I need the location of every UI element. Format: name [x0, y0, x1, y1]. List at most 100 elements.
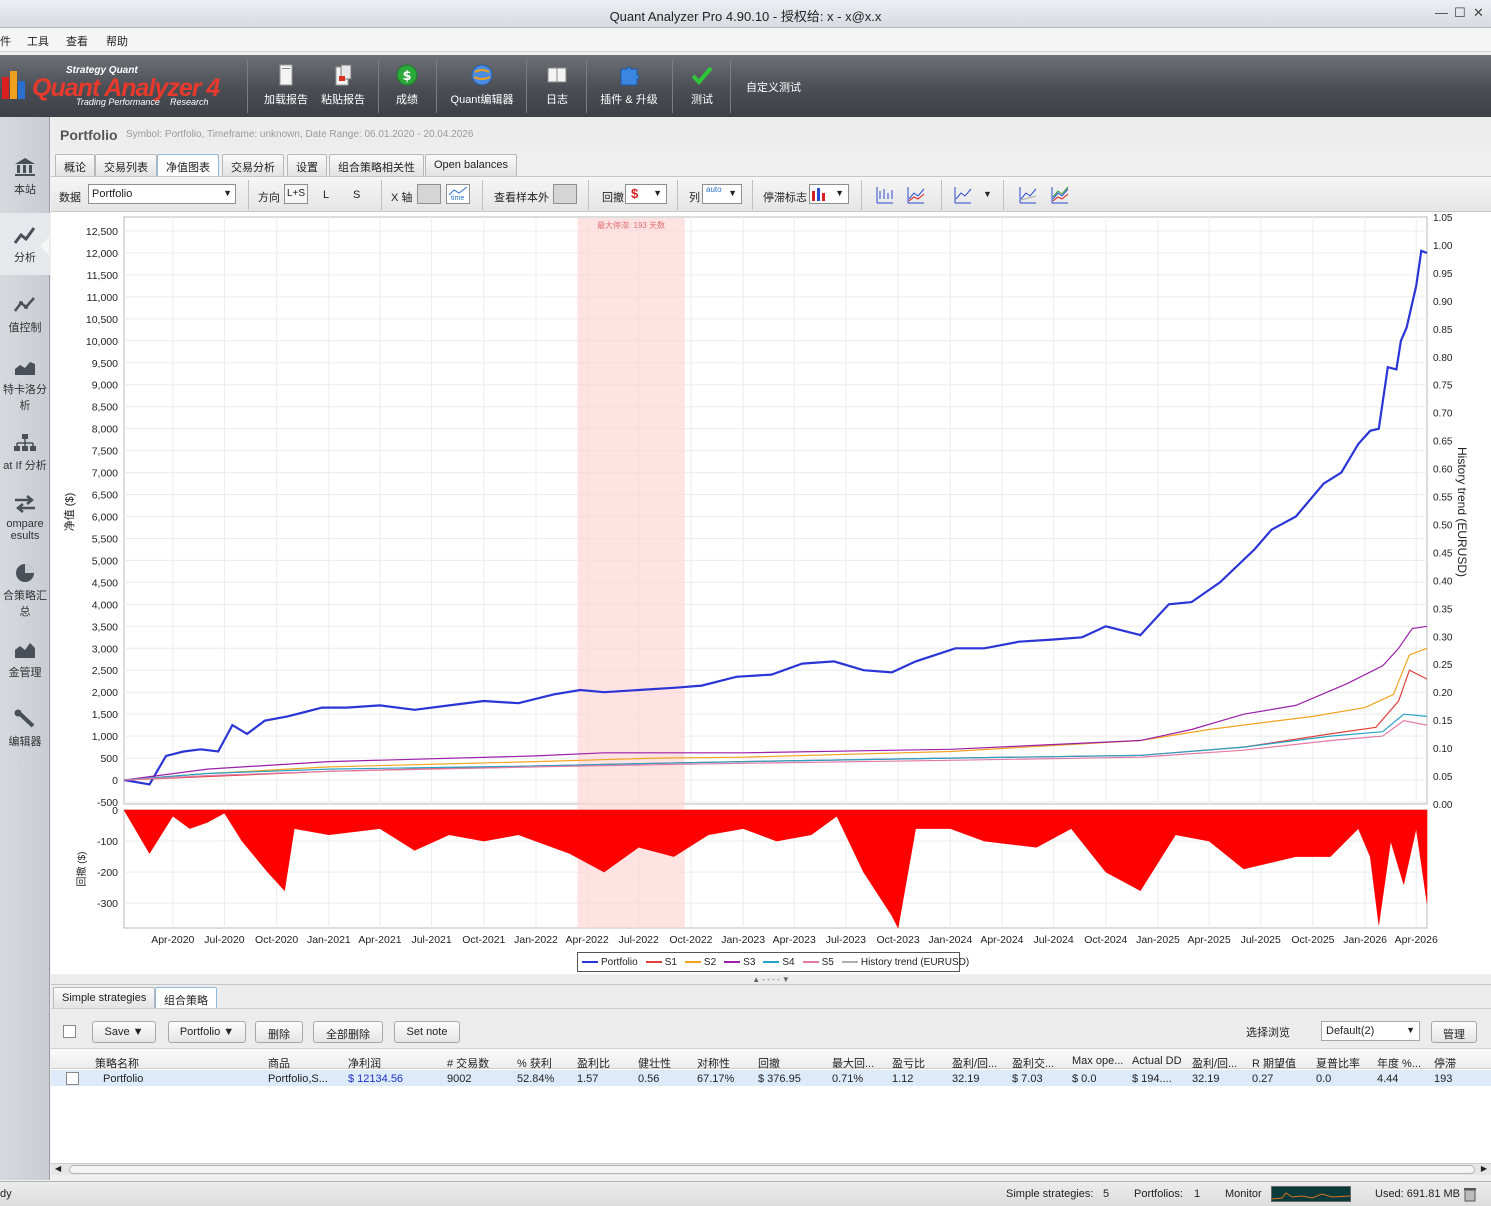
- sidebar-item-home[interactable]: 本站: [0, 157, 50, 197]
- x-tick-label: Jan-2023: [721, 934, 765, 946]
- y-tick-label: 3,500: [92, 621, 118, 633]
- tab-open-balances[interactable]: Open balances: [425, 154, 517, 176]
- manage-button[interactable]: 管理: [1431, 1021, 1477, 1043]
- menu-file[interactable]: 件: [0, 33, 11, 49]
- column-header[interactable]: 健壮性: [638, 1055, 693, 1071]
- row-checkbox[interactable]: [66, 1072, 79, 1085]
- view-select[interactable]: Default(2) ▼: [1321, 1021, 1420, 1041]
- splitter-handle[interactable]: ▲ - - - - ▼: [51, 975, 1491, 984]
- y2-tick-label: 0.90: [1433, 297, 1453, 308]
- sidebar-item-what-if[interactable]: at If 分析: [0, 433, 50, 473]
- plugins-upgrade-button[interactable]: 插件 & 升级: [596, 61, 662, 111]
- column-header[interactable]: 年度 %...: [1377, 1055, 1429, 1071]
- test-button[interactable]: 测试: [682, 61, 722, 111]
- table-cell: 0.71%: [832, 1073, 864, 1085]
- oos-toggle-button[interactable]: [553, 184, 577, 204]
- save-button[interactable]: Save ▼: [92, 1021, 156, 1043]
- equity-chart[interactable]: 12,500 12,000 11,500 11,000 10,500 10,000 9,50…: [51, 212, 1491, 974]
- ribbon-toolbar: Strategy Quant Quant Analyzer 4 Trading …: [0, 55, 1491, 117]
- log-button[interactable]: 日志: [536, 61, 578, 111]
- results-button[interactable]: $ 成绩: [386, 61, 428, 111]
- sidebar-item-money-management[interactable]: 金管理: [0, 640, 50, 680]
- paste-report-button[interactable]: 粘贴报告: [315, 61, 371, 111]
- tab-trade-analysis[interactable]: 交易分析: [222, 154, 284, 176]
- xaxis-trades-button[interactable]: [417, 184, 441, 204]
- select-all-checkbox[interactable]: [63, 1025, 76, 1038]
- tab-equity-chart[interactable]: 净值图表: [157, 154, 219, 176]
- menu-view[interactable]: 查看: [66, 33, 88, 49]
- column-header[interactable]: 净利润: [348, 1055, 438, 1071]
- tab-correlation[interactable]: 组合策略相关性: [329, 154, 424, 176]
- portfolio-button[interactable]: Portfolio ▼: [168, 1021, 246, 1043]
- chevron-down-icon[interactable]: ▼: [983, 189, 992, 199]
- legend-swatch: [645, 960, 662, 963]
- column-header[interactable]: # 交易数: [447, 1055, 512, 1071]
- direction-ls-button[interactable]: L+S: [284, 184, 308, 204]
- column-header[interactable]: 停滞: [1434, 1055, 1484, 1071]
- y2-tick-label: 0.40: [1433, 576, 1453, 587]
- scroll-right-icon[interactable]: ▶: [1481, 1164, 1487, 1173]
- column-header[interactable]: Actual DD: [1132, 1055, 1187, 1067]
- chart-mode-4-icon[interactable]: [1018, 185, 1038, 205]
- column-header[interactable]: 夏普比率: [1316, 1055, 1371, 1071]
- data-select[interactable]: Portfolio ▼: [88, 184, 236, 204]
- tab-simple-strategies[interactable]: Simple strategies: [53, 987, 156, 1009]
- sidebar-item-monte-carlo[interactable]: 特卡洛分析: [0, 357, 50, 413]
- horizontal-scrollbar[interactable]: ◀ ▶: [51, 1163, 1491, 1175]
- column-header[interactable]: 盈利/回...: [952, 1055, 1007, 1071]
- quant-editor-button[interactable]: Quant编辑器: [446, 61, 518, 111]
- load-report-button[interactable]: 加载报告: [258, 61, 314, 111]
- tab-trade-list[interactable]: 交易列表: [95, 154, 157, 176]
- column-header[interactable]: 盈亏比: [892, 1055, 947, 1071]
- close-icon[interactable]: ✕: [1473, 5, 1484, 21]
- column-header[interactable]: Max ope...: [1072, 1055, 1127, 1067]
- sidebar-item-editor[interactable]: 编辑器: [0, 709, 50, 749]
- paste-report-icon: [335, 64, 352, 86]
- column-header[interactable]: 最大回...: [832, 1055, 887, 1071]
- chart-mode-2-icon[interactable]: [906, 185, 926, 205]
- y2-tick-label: 0.70: [1433, 409, 1453, 420]
- column-header[interactable]: 回撤: [758, 1055, 826, 1071]
- x-tick-label: Jul-2020: [204, 934, 244, 946]
- xaxis-time-button[interactable]: time: [446, 184, 470, 204]
- view-label: 选择浏览: [1246, 1027, 1290, 1039]
- column-header[interactable]: 盈利/回...: [1192, 1055, 1247, 1071]
- column-header[interactable]: 对称性: [697, 1055, 752, 1071]
- table-cell: Portfolio: [103, 1073, 144, 1085]
- column-header[interactable]: 商品: [268, 1055, 343, 1071]
- dollar-drawdown-icon: $: [631, 186, 639, 201]
- column-header[interactable]: R 期望值: [1252, 1055, 1310, 1071]
- tab-portfolios[interactable]: 组合策略: [155, 987, 217, 1009]
- scroll-left-icon[interactable]: ◀: [55, 1164, 61, 1173]
- column-header[interactable]: % 获利: [517, 1055, 572, 1071]
- status-ready: dy: [0, 1188, 12, 1200]
- chart-mode-1-icon[interactable]: [875, 185, 895, 205]
- menu-tools[interactable]: 工具: [27, 33, 49, 49]
- minimize-icon[interactable]: —: [1435, 5, 1448, 20]
- direction-l-button[interactable]: L: [323, 189, 329, 201]
- column-header[interactable]: 盈利比: [577, 1055, 632, 1071]
- maximize-icon[interactable]: ☐: [1454, 5, 1466, 21]
- chart-mode-3-icon[interactable]: [953, 185, 973, 205]
- chart-mode-5-icon[interactable]: [1050, 185, 1070, 205]
- tab-overview[interactable]: 概论: [55, 154, 95, 176]
- delete-button[interactable]: 删除: [255, 1021, 303, 1043]
- sidebar-item-compare[interactable]: ompare esults: [0, 494, 50, 542]
- column-header[interactable]: 盈利交...: [1012, 1055, 1067, 1071]
- direction-s-button[interactable]: S: [353, 189, 360, 201]
- scrollbar-thumb[interactable]: [69, 1165, 1475, 1174]
- globe-icon: [471, 64, 493, 86]
- menu-help[interactable]: 帮助: [106, 33, 128, 49]
- sidebar-item-portfolio-summary[interactable]: 合策略汇总: [0, 563, 50, 619]
- columns-select[interactable]: auto ▼: [702, 184, 742, 204]
- custom-test-button[interactable]: 自定义测试: [746, 79, 801, 95]
- set-note-button[interactable]: Set note: [394, 1021, 460, 1043]
- drawdown-select[interactable]: $ ▼: [625, 184, 667, 204]
- left-sidebar: 本站 分析 值控制 特卡洛分析 at If 分析 ompare esults 合…: [0, 117, 50, 1180]
- tab-settings[interactable]: 设置: [287, 154, 327, 176]
- stagnation-select[interactable]: ▼: [809, 184, 849, 204]
- trash-icon[interactable]: [1463, 1186, 1477, 1202]
- column-header[interactable]: 策略名称: [95, 1055, 215, 1071]
- delete-all-button[interactable]: 全部删除: [313, 1021, 383, 1043]
- sidebar-item-equity-control[interactable]: 值控制: [0, 295, 50, 335]
